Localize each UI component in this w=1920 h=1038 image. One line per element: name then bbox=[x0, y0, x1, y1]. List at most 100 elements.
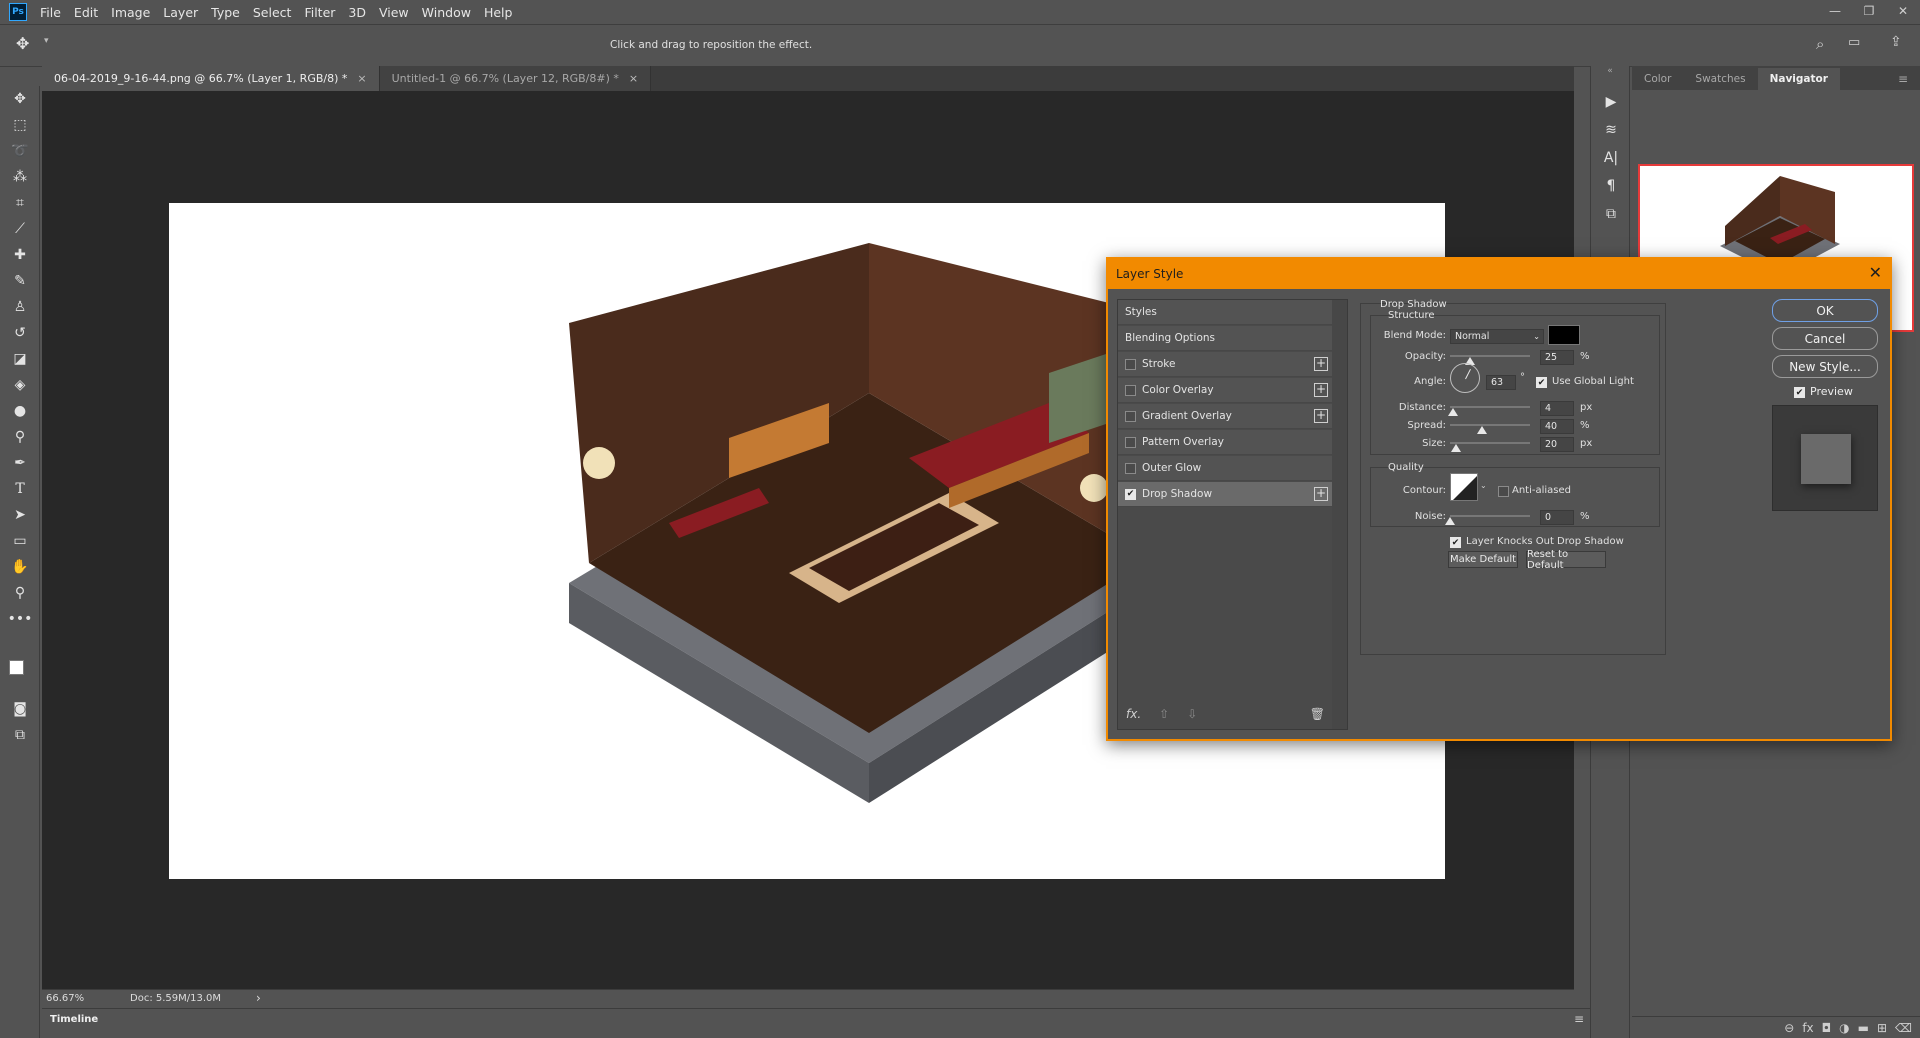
angle-dial[interactable] bbox=[1450, 363, 1480, 393]
foreground-color-swatch[interactable] bbox=[9, 660, 24, 675]
noise-field[interactable]: 0 bbox=[1540, 510, 1574, 525]
blend-mode-select[interactable]: Normal ⌄ bbox=[1450, 329, 1544, 344]
color-overlay-checkbox[interactable] bbox=[1125, 384, 1136, 396]
menu-help[interactable]: Help bbox=[484, 5, 513, 20]
quick-mask-icon[interactable]: ◙ bbox=[0, 696, 40, 722]
new-layer-icon[interactable]: ⊞ bbox=[1877, 1021, 1887, 1035]
distance-field[interactable]: 4 bbox=[1540, 401, 1574, 416]
contour-picker[interactable] bbox=[1450, 473, 1478, 501]
tab-timeline[interactable]: Timeline bbox=[42, 1009, 107, 1031]
tab-swatches[interactable]: Swatches bbox=[1683, 68, 1757, 90]
eraser-tool-icon[interactable]: ◪ bbox=[0, 346, 40, 372]
panel-menu-icon[interactable]: ≡ bbox=[1574, 1012, 1584, 1026]
menu-select[interactable]: Select bbox=[253, 5, 292, 20]
trash-icon[interactable]: 🗑 bbox=[1310, 707, 1325, 721]
trash-icon[interactable]: ⌫ bbox=[1895, 1021, 1912, 1035]
zoom-level[interactable]: 66.67% bbox=[46, 993, 84, 1004]
panel-menu-icon[interactable]: ≡ bbox=[1886, 68, 1920, 90]
spread-slider-handle[interactable] bbox=[1477, 426, 1487, 434]
dialog-title-bar[interactable]: Layer Style ✕ bbox=[1108, 259, 1890, 289]
styles-item[interactable]: Styles bbox=[1118, 300, 1332, 325]
paint-bucket-tool-icon[interactable]: ◈ bbox=[0, 372, 40, 398]
workspace-icon[interactable]: ▭ bbox=[1848, 35, 1860, 50]
more-tools-icon[interactable]: ••• bbox=[0, 606, 40, 632]
blending-options-item[interactable]: Blending Options bbox=[1118, 326, 1332, 351]
tab-document-1[interactable]: 06-04-2019_9-16-44.png @ 66.7% (Layer 1,… bbox=[42, 66, 380, 91]
status-arrow-icon[interactable]: › bbox=[256, 991, 261, 1005]
chevron-down-icon[interactable]: ▾ bbox=[44, 36, 49, 46]
eyedropper-tool-icon[interactable]: ⟋ bbox=[0, 216, 40, 242]
move-tool-icon[interactable]: ✥ bbox=[0, 86, 40, 112]
type-tool-icon[interactable]: T bbox=[0, 476, 40, 502]
hand-tool-icon[interactable]: ✋ bbox=[0, 554, 40, 580]
menu-filter[interactable]: Filter bbox=[304, 5, 335, 20]
move-up-icon[interactable]: ⇧ bbox=[1159, 707, 1169, 721]
menu-3d[interactable]: 3D bbox=[348, 5, 366, 20]
noise-slider-handle[interactable] bbox=[1445, 517, 1455, 525]
gradient-overlay-checkbox[interactable] bbox=[1125, 410, 1136, 422]
chevron-down-icon[interactable]: ⌄ bbox=[1480, 481, 1487, 490]
move-down-icon[interactable]: ⇩ bbox=[1187, 707, 1197, 721]
share-icon[interactable]: ⇪ bbox=[1890, 34, 1902, 50]
menu-view[interactable]: View bbox=[379, 5, 409, 20]
stamp-tool-icon[interactable]: ♙ bbox=[0, 294, 40, 320]
distance-slider-handle[interactable] bbox=[1448, 408, 1459, 416]
folder-icon[interactable]: ▬ bbox=[1858, 1021, 1869, 1035]
pattern-overlay-checkbox[interactable] bbox=[1125, 436, 1136, 448]
effect-gradient-overlay[interactable]: Gradient Overlay + bbox=[1118, 404, 1332, 429]
effect-outer-glow[interactable]: Outer Glow bbox=[1118, 456, 1332, 481]
menu-image[interactable]: Image bbox=[111, 5, 150, 20]
add-drop-shadow-icon[interactable]: + bbox=[1314, 487, 1328, 501]
pen-tool-icon[interactable]: ✒ bbox=[0, 450, 40, 476]
menu-layer[interactable]: Layer bbox=[163, 5, 198, 20]
close-tab-icon[interactable]: × bbox=[357, 72, 366, 85]
tab-color[interactable]: Color bbox=[1632, 68, 1683, 90]
blur-tool-icon[interactable]: ● bbox=[0, 398, 40, 424]
character-icon[interactable]: A| bbox=[1591, 144, 1631, 172]
size-slider[interactable] bbox=[1450, 442, 1530, 452]
size-slider-handle[interactable] bbox=[1451, 444, 1462, 452]
menu-window[interactable]: Window bbox=[422, 5, 471, 20]
tab-document-2[interactable]: Untitled-1 @ 66.7% (Layer 12, RGB/8#) * … bbox=[379, 66, 652, 91]
knockout-checkbox[interactable]: ✔ bbox=[1450, 537, 1461, 548]
brush-tool-icon[interactable]: ✎ bbox=[0, 268, 40, 294]
brush-settings-icon[interactable]: ≋ bbox=[1591, 116, 1631, 144]
add-color-overlay-icon[interactable]: + bbox=[1314, 383, 1328, 397]
drop-shadow-checkbox[interactable]: ✔ bbox=[1125, 488, 1136, 500]
styles-scrollbar[interactable] bbox=[1332, 300, 1347, 729]
opacity-slider[interactable] bbox=[1450, 355, 1530, 365]
rectangle-tool-icon[interactable]: ▭ bbox=[0, 528, 40, 554]
reset-to-default-button[interactable]: Reset to Default bbox=[1526, 549, 1606, 571]
effect-drop-shadow[interactable]: ✔ Drop Shadow + bbox=[1118, 482, 1332, 507]
menu-edit[interactable]: Edit bbox=[74, 5, 98, 20]
healing-brush-tool-icon[interactable]: ✚ bbox=[0, 242, 40, 268]
stroke-checkbox[interactable] bbox=[1125, 358, 1136, 370]
ok-button[interactable]: OK bbox=[1772, 299, 1878, 322]
make-default-button[interactable]: Make Default bbox=[1448, 551, 1518, 568]
properties-icon[interactable]: ⧉ bbox=[1591, 200, 1631, 228]
paragraph-icon[interactable]: ¶ bbox=[1591, 172, 1631, 200]
fx-icon[interactable]: fx. bbox=[1126, 707, 1141, 721]
spread-slider[interactable] bbox=[1450, 424, 1530, 434]
effect-pattern-overlay[interactable]: Pattern Overlay bbox=[1118, 430, 1332, 455]
menu-file[interactable]: File bbox=[40, 5, 61, 20]
history-brush-tool-icon[interactable]: ↺ bbox=[0, 320, 40, 346]
add-stroke-icon[interactable]: + bbox=[1314, 357, 1328, 371]
marquee-tool-icon[interactable]: ⬚ bbox=[0, 112, 40, 138]
adjustment-icon[interactable]: ◑ bbox=[1839, 1021, 1849, 1035]
new-style-button[interactable]: New Style... bbox=[1772, 355, 1878, 378]
restore-button[interactable]: ❐ bbox=[1852, 0, 1886, 22]
global-light-checkbox[interactable]: ✔ bbox=[1536, 377, 1547, 388]
zoom-tool-icon[interactable]: ⚲ bbox=[0, 580, 40, 606]
noise-slider[interactable] bbox=[1445, 515, 1530, 525]
crop-tool-icon[interactable]: ⌗ bbox=[0, 190, 40, 216]
size-field[interactable]: 20 bbox=[1540, 437, 1574, 452]
spread-field[interactable]: 40 bbox=[1540, 419, 1574, 434]
close-tab-icon[interactable]: × bbox=[629, 72, 638, 85]
path-selection-tool-icon[interactable]: ➤ bbox=[0, 502, 40, 528]
close-window-button[interactable]: ✕ bbox=[1886, 0, 1920, 22]
effect-color-overlay[interactable]: Color Overlay + bbox=[1118, 378, 1332, 403]
link-icon[interactable]: ⊖ bbox=[1784, 1021, 1794, 1035]
dodge-tool-icon[interactable]: ⚲ bbox=[0, 424, 40, 450]
close-icon[interactable]: ✕ bbox=[1869, 263, 1882, 282]
